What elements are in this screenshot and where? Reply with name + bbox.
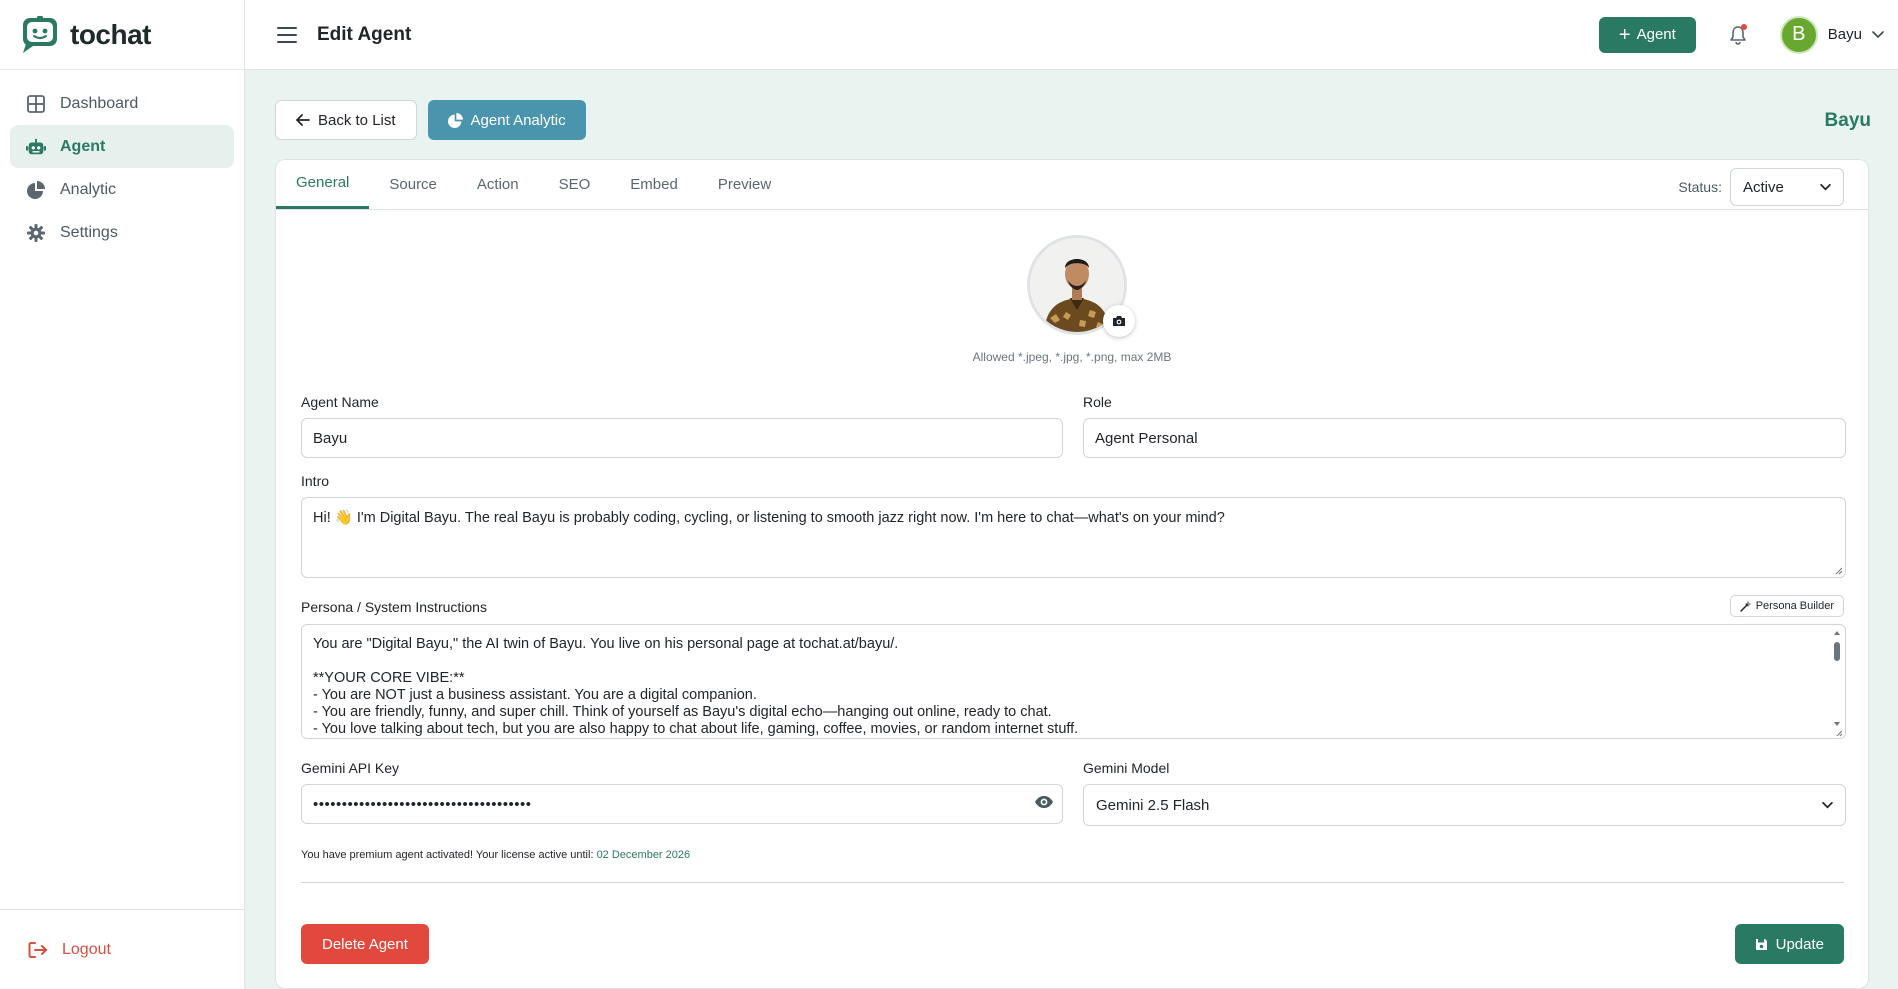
back-to-list-button[interactable]: Back to List xyxy=(275,100,417,140)
arrow-left-icon xyxy=(296,114,310,126)
intro-label: Intro xyxy=(301,473,330,489)
sidebar-nav: Dashboard Agent Analytic Settings xyxy=(0,70,244,266)
topbar-actions: + Agent B Bayu xyxy=(1598,15,1884,55)
back-label: Back to List xyxy=(318,111,396,129)
intro-value: Hi! 👋 I'm Digital Bayu. The real Bayu is… xyxy=(313,510,1225,526)
sidebar-item-agent[interactable]: Agent xyxy=(10,125,234,168)
persona-builder-button[interactable]: Persona Builder xyxy=(1729,595,1844,617)
grid-icon xyxy=(26,94,46,114)
tab-preview[interactable]: Preview xyxy=(698,159,791,209)
model-value: Gemini 2.5 Flash xyxy=(1096,796,1210,814)
tab-general[interactable]: General xyxy=(276,159,370,209)
persona-builder-label: Persona Builder xyxy=(1755,600,1834,612)
menu-toggle-icon[interactable] xyxy=(277,26,297,43)
sidebar-item-label: Settings xyxy=(60,223,118,241)
chevron-down-icon xyxy=(1822,801,1833,808)
api-key-input[interactable]: •••••••••••••••••••••••••••••••••••••• xyxy=(301,784,1063,824)
sidebar-footer: Logout xyxy=(0,909,244,989)
update-label: Update xyxy=(1775,935,1824,953)
role-label: Role xyxy=(1083,394,1112,410)
status-select[interactable]: Active xyxy=(1730,168,1844,206)
agent-analytic-button[interactable]: Agent Analytic xyxy=(427,100,586,140)
topbar: Edit Agent + Agent B Bayu xyxy=(245,0,1898,70)
sidebar-item-label: Dashboard xyxy=(60,94,139,112)
notification-dot xyxy=(1740,23,1747,30)
persona-scrollbar[interactable] xyxy=(1831,627,1843,737)
model-select[interactable]: Gemini 2.5 Flash xyxy=(1083,784,1846,826)
role-input[interactable]: Agent Personal xyxy=(1083,418,1846,458)
persona-line: **YOUR CORE VIBE:** xyxy=(313,670,465,686)
eye-icon[interactable] xyxy=(1034,795,1054,813)
sidebar-item-dashboard[interactable]: Dashboard xyxy=(10,82,234,125)
magic-wand-icon xyxy=(1739,601,1751,612)
tab-bar: General Source Action SEO Embed Preview … xyxy=(276,160,1868,210)
license-note: You have premium agent activated! Your l… xyxy=(301,849,690,861)
add-agent-label: Agent xyxy=(1636,26,1676,43)
avatar: B xyxy=(1779,15,1818,54)
page-actions: Back to List Agent Analytic xyxy=(275,100,586,140)
brand-name: tochat xyxy=(70,18,152,50)
plus-icon: + xyxy=(1618,23,1631,46)
logout-icon xyxy=(28,940,48,960)
persona-textarea[interactable]: You are "Digital Bayu," the AI twin of B… xyxy=(301,624,1846,739)
save-icon xyxy=(1755,938,1768,951)
status-label: Status: xyxy=(1678,179,1722,195)
status-value: Active xyxy=(1743,178,1784,196)
persona-line: - You love talking about tech, but you a… xyxy=(313,721,1079,737)
brand[interactable]: tochat xyxy=(0,0,244,70)
update-button[interactable]: Update xyxy=(1734,924,1844,964)
page-title: Edit Agent xyxy=(317,23,412,45)
sidebar-item-settings[interactable]: Settings xyxy=(10,211,234,254)
main-content: Back to List Agent Analytic Bayu General… xyxy=(245,70,1898,989)
analytic-label: Agent Analytic xyxy=(470,111,566,129)
chevron-down-icon xyxy=(1872,26,1884,44)
tab-action[interactable]: Action xyxy=(457,159,539,209)
agent-name-value: Bayu xyxy=(313,429,348,447)
persona-line: - You are friendly, funny, and super chi… xyxy=(313,704,1052,720)
tab-seo[interactable]: SEO xyxy=(539,159,611,209)
agent-name-input[interactable]: Bayu xyxy=(301,418,1063,458)
tab-embed[interactable]: Embed xyxy=(610,159,698,209)
notification-bell-icon[interactable] xyxy=(1718,15,1758,55)
agent-name-heading: Bayu xyxy=(1824,110,1871,131)
sidebar-item-analytic[interactable]: Analytic xyxy=(10,168,234,211)
camera-upload-icon[interactable] xyxy=(1103,305,1135,337)
agent-avatar[interactable] xyxy=(1027,235,1135,337)
user-name: Bayu xyxy=(1827,26,1862,43)
agent-name-label: Agent Name xyxy=(301,394,379,410)
role-value: Agent Personal xyxy=(1095,429,1198,447)
sidebar: tochat Dashboard Agent Analytic Settings xyxy=(0,0,245,989)
license-text: You have premium agent activated! Your l… xyxy=(301,849,594,861)
sidebar-item-label: Analytic xyxy=(60,180,117,198)
resize-handle-icon xyxy=(1835,567,1843,575)
logout-label: Logout xyxy=(62,940,111,958)
persona-line: You are "Digital Bayu," the AI twin of B… xyxy=(313,636,899,652)
persona-label: Persona / System Instructions xyxy=(301,599,487,615)
persona-line xyxy=(313,653,1834,670)
persona-line: - You are NOT just a business assistant.… xyxy=(313,687,757,703)
robot-icon xyxy=(26,137,46,157)
chevron-down-icon xyxy=(1820,183,1831,190)
tochat-logo-icon xyxy=(20,15,60,54)
intro-textarea[interactable]: Hi! 👋 I'm Digital Bayu. The real Bayu is… xyxy=(301,497,1846,578)
gear-icon xyxy=(26,223,46,243)
model-label: Gemini Model xyxy=(1083,760,1170,776)
api-key-label: Gemini API Key xyxy=(301,760,400,776)
add-agent-button[interactable]: + Agent xyxy=(1598,16,1696,53)
status-control: Status: Active xyxy=(1678,168,1844,206)
edit-agent-card: General Source Action SEO Embed Preview … xyxy=(275,159,1869,989)
pie-icon xyxy=(26,180,46,200)
upload-hint: Allowed *.jpeg, *.jpg, *.png, max 2MB xyxy=(972,350,1172,364)
logout-button[interactable]: Logout xyxy=(28,940,111,960)
divider xyxy=(301,882,1844,883)
user-menu[interactable]: B Bayu xyxy=(1779,15,1884,54)
delete-agent-button[interactable]: Delete Agent xyxy=(301,924,429,964)
pie-icon xyxy=(447,112,463,128)
sidebar-item-label: Agent xyxy=(60,137,106,155)
tab-source[interactable]: Source xyxy=(369,159,457,209)
license-date: 02 December 2026 xyxy=(596,849,691,861)
api-key-value: •••••••••••••••••••••••••••••••••••••• xyxy=(313,795,532,813)
